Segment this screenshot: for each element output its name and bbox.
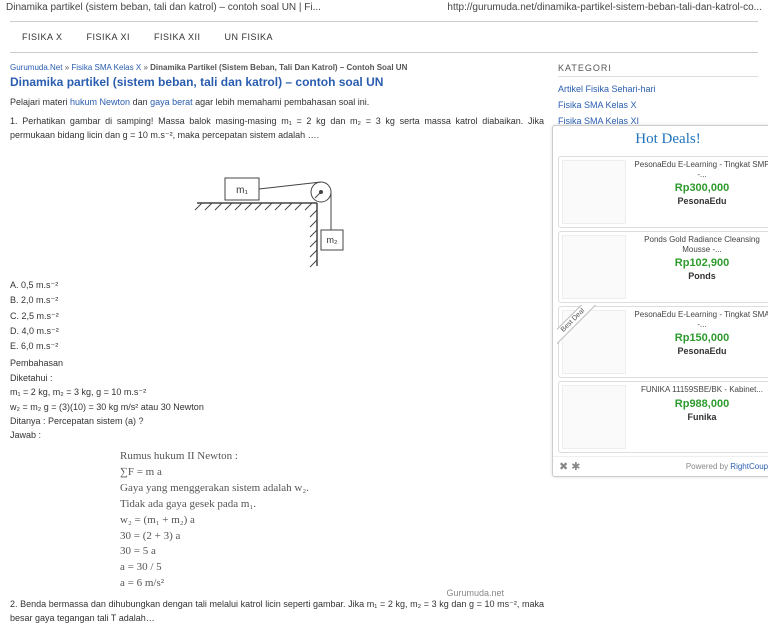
sidebar-item[interactable]: Artikel Fisika Sehari-hari bbox=[558, 81, 758, 97]
physics-diagram: m₁ m₂ bbox=[187, 148, 367, 268]
option: B. 2,0 m.s⁻² bbox=[10, 293, 544, 308]
link-hukum-newton[interactable]: hukum Newton bbox=[70, 97, 130, 107]
deal-brand: PesonaEdu bbox=[630, 196, 768, 206]
deals-powered-link[interactable]: RightCoupon bbox=[730, 462, 768, 471]
deal-thumb bbox=[562, 160, 626, 224]
deal-name: FUNIKA 11159SBE/BK - Kabinet... bbox=[630, 385, 768, 395]
intro-text: Pelajari materi hukum Newton dan gaya be… bbox=[10, 97, 544, 107]
link-gaya-berat[interactable]: gaya berat bbox=[150, 97, 193, 107]
deal-item[interactable]: FUNIKA 11159SBE/BK - Kabinet... Rp988,000… bbox=[558, 381, 768, 453]
breadcrumb-cat[interactable]: Fisika SMA Kelas X bbox=[71, 63, 141, 72]
option: A. 0,5 m.s⁻² bbox=[10, 278, 544, 293]
option: E. 6,0 m.s⁻² bbox=[10, 339, 544, 354]
deal-name: Ponds Gold Radiance Cleansing Mousse -..… bbox=[630, 235, 768, 254]
sidebar-item[interactable]: Fisika SMA Kelas X bbox=[558, 97, 758, 113]
main-content: Gurumuda.Net » Fisika SMA Kelas X » Dina… bbox=[10, 63, 544, 631]
sidebar: KATEGORI Artikel Fisika Sehari-hariFisik… bbox=[558, 63, 758, 631]
tab-un-fisika[interactable]: UN FISIKA bbox=[213, 28, 286, 46]
option: C. 2,5 m.s⁻² bbox=[10, 309, 544, 324]
deal-brand: PesonaEdu bbox=[630, 346, 768, 356]
deal-item[interactable]: Best DealPesonaEdu E-Learning - Tingkat … bbox=[558, 306, 768, 378]
answer-options: A. 0,5 m.s⁻²B. 2,0 m.s⁻²C. 2,5 m.s⁻²D. 4… bbox=[10, 278, 544, 354]
deal-price: Rp102,900 bbox=[630, 257, 768, 269]
formula-block: Rumus hukum II Newton :∑F = m aGaya yang… bbox=[120, 449, 544, 592]
deal-price: Rp150,000 bbox=[630, 332, 768, 344]
breadcrumb: Gurumuda.Net » Fisika SMA Kelas X » Dina… bbox=[10, 63, 544, 72]
solution: Pembahasan Diketahui : m₁ = 2 kg, m₂ = 3… bbox=[10, 356, 544, 442]
tab-fisika-x[interactable]: FISIKA X bbox=[10, 28, 75, 46]
deal-price: Rp300,000 bbox=[630, 182, 768, 194]
deals-powered: Powered by RightCoupon bbox=[686, 462, 768, 471]
watermark: Gurumuda.net bbox=[10, 588, 504, 598]
deal-item[interactable]: PesonaEdu E-Learning - Tingkat SMP -... R… bbox=[558, 156, 768, 228]
deal-price: Rp988,000 bbox=[630, 398, 768, 410]
question-2: 2. Benda bermassa dan dihubungkan dengan… bbox=[10, 598, 544, 625]
nav-tabs: FISIKA XFISIKA XIFISIKA XIIUN FISIKA bbox=[10, 21, 758, 53]
deal-thumb bbox=[562, 235, 626, 299]
deal-thumb bbox=[562, 385, 626, 449]
url-display: http://gurumuda.net/dinamika-partikel-si… bbox=[447, 2, 762, 13]
tab-title: Dinamika partikel (sistem beban, tali da… bbox=[6, 2, 321, 13]
deal-brand: Funika bbox=[630, 412, 768, 422]
breadcrumb-home[interactable]: Gurumuda.Net bbox=[10, 63, 62, 72]
deal-thumb bbox=[562, 310, 626, 374]
hot-deals-widget: Hot Deals! PesonaEdu E-Learning - Tingka… bbox=[552, 125, 768, 477]
tab-fisika-xi[interactable]: FISIKA XI bbox=[75, 28, 143, 46]
deals-title: Hot Deals! bbox=[553, 126, 768, 153]
breadcrumb-current: Dinamika Partikel (Sistem Beban, Tali Da… bbox=[150, 63, 407, 72]
page-title: Dinamika partikel (sistem beban, tali da… bbox=[10, 75, 544, 89]
deal-brand: Ponds bbox=[630, 271, 768, 281]
deals-settings-icon[interactable]: ✖ ✱ bbox=[559, 460, 581, 473]
option: D. 4,0 m.s⁻² bbox=[10, 324, 544, 339]
svg-text:m₁: m₁ bbox=[236, 185, 248, 196]
deal-item[interactable]: Ponds Gold Radiance Cleansing Mousse -..… bbox=[558, 231, 768, 303]
deal-name: PesonaEdu E-Learning - Tingkat SMP -... bbox=[630, 160, 768, 179]
svg-text:m₂: m₂ bbox=[327, 235, 338, 245]
question-1: 1. Perhatikan gambar di samping! Massa b… bbox=[10, 115, 544, 142]
deal-name: PesonaEdu E-Learning - Tingkat SMA -... bbox=[630, 310, 768, 329]
sidebar-heading: KATEGORI bbox=[558, 63, 758, 77]
tab-fisika-xii[interactable]: FISIKA XII bbox=[142, 28, 213, 46]
